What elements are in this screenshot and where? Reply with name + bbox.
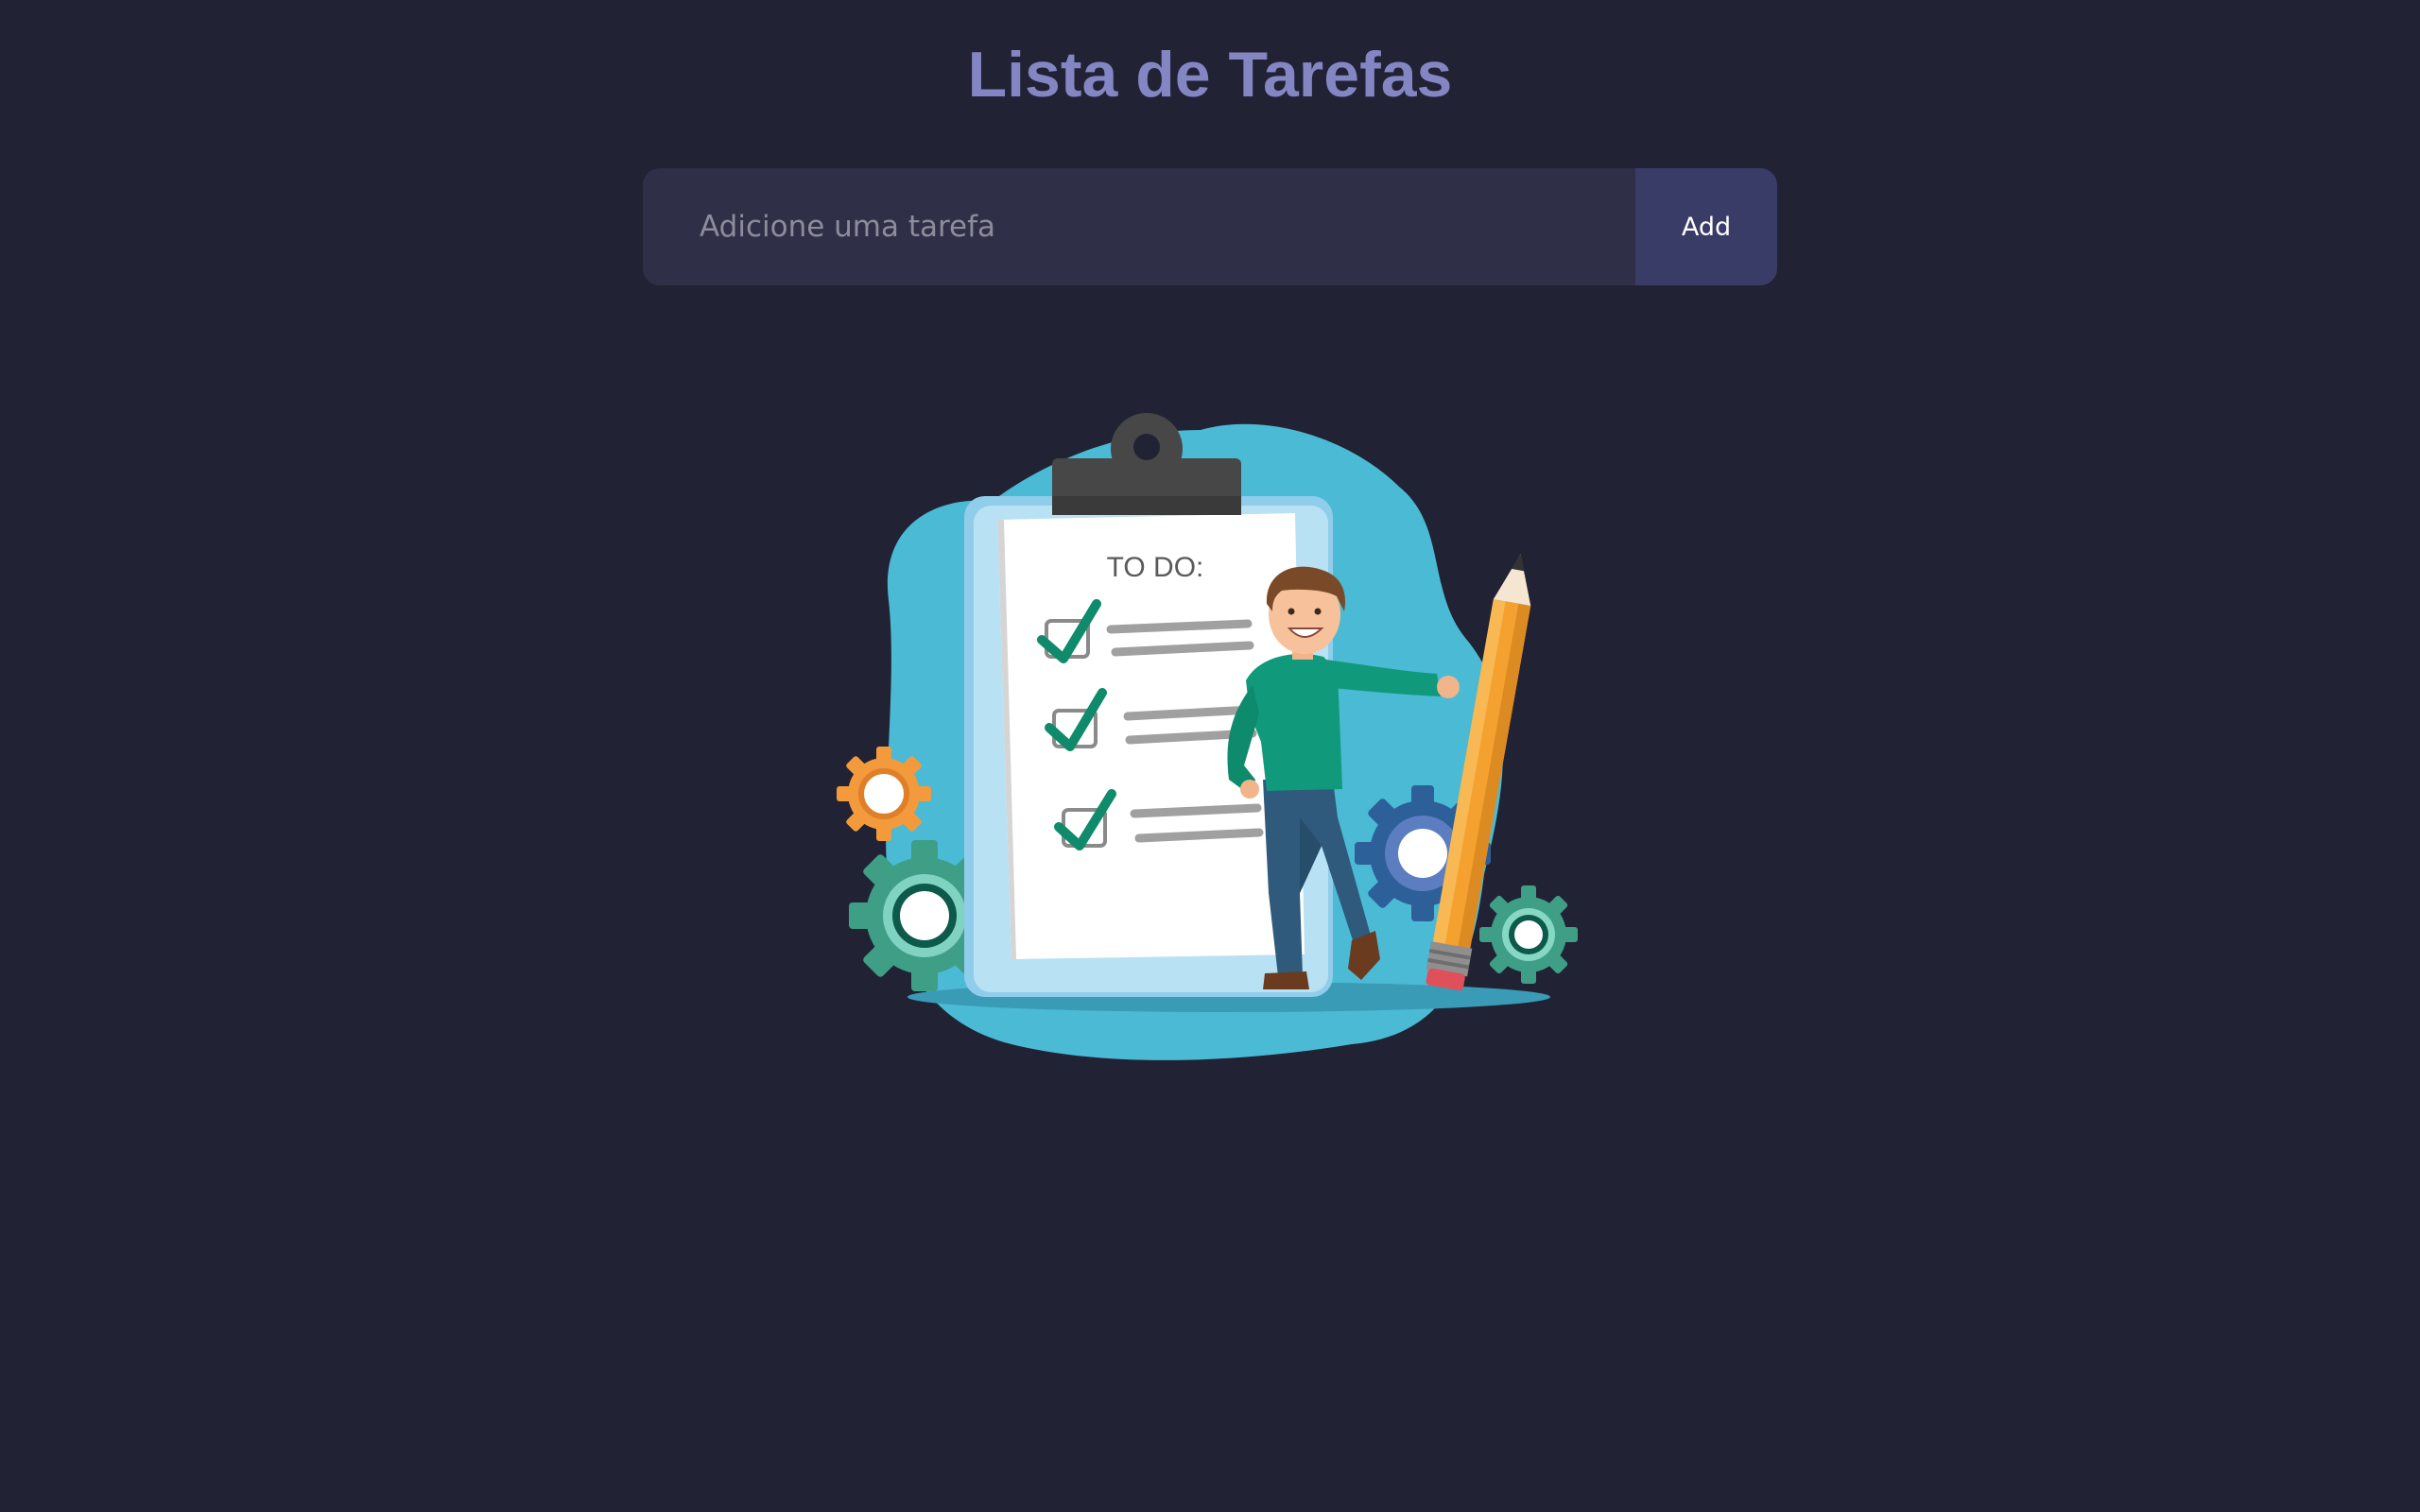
add-task-button[interactable]: Add: [1635, 168, 1777, 285]
add-task-form: Add: [643, 168, 1777, 285]
todo-illustration: TO DO:: [837, 413, 1578, 1060]
page-title: Lista de Tarefas: [967, 39, 1453, 111]
gear-teal-small-icon: [1479, 885, 1578, 984]
gear-orange-icon: [837, 747, 931, 841]
task-input[interactable]: [643, 168, 1635, 285]
clipboard-heading: TO DO:: [1107, 552, 1204, 583]
app-root: Lista de Tarefas Add: [0, 0, 2420, 1512]
